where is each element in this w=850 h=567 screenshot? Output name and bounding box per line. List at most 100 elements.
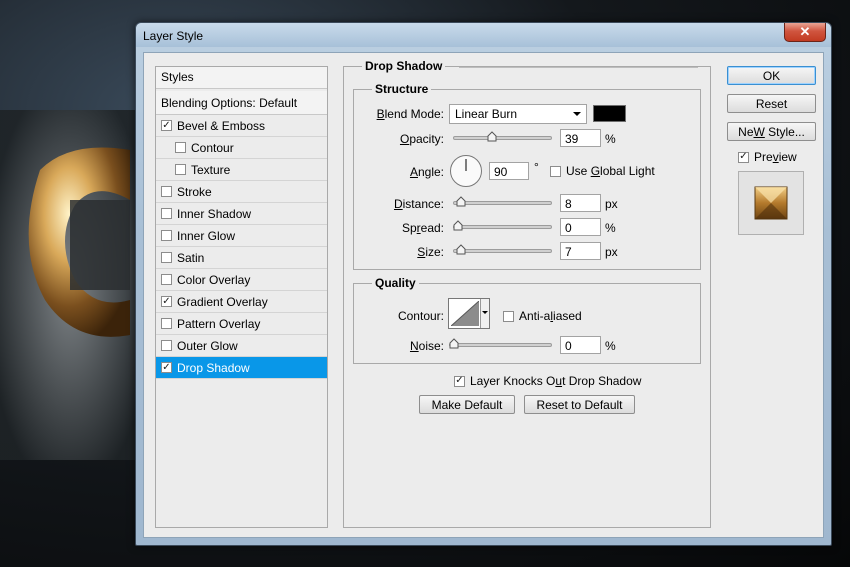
new-style-button[interactable]: NeW Style... [727, 122, 816, 141]
shadow-color-swatch[interactable] [593, 105, 626, 122]
distance-label: Distance: [393, 197, 444, 211]
use-global-light-checkbox[interactable]: Use Global Light [550, 164, 655, 178]
size-label: Size: [417, 245, 444, 259]
style-item-label: Texture [191, 162, 231, 177]
style-checkbox[interactable] [175, 142, 186, 153]
title-bar[interactable]: Layer Style ✕ [136, 23, 831, 47]
angle-input[interactable]: 90 [489, 162, 529, 180]
knocks-out-box[interactable]: ✓ [454, 375, 465, 387]
style-item-label: Satin [177, 250, 205, 265]
noise-input[interactable]: 0 [560, 336, 601, 354]
anti-aliased-label: Anti-aliased [519, 309, 582, 323]
style-item-label: Color Overlay [177, 272, 251, 287]
anti-aliased-box[interactable] [503, 310, 514, 322]
style-checkbox[interactable] [161, 186, 172, 197]
style-item-gradient-overlay[interactable]: ✓ Gradient Overlay [156, 291, 327, 313]
style-checkbox[interactable]: ✓ [161, 362, 172, 373]
style-item-contour[interactable]: Contour [156, 137, 327, 159]
style-item-drop-shadow[interactable]: ✓ Drop Shadow [156, 357, 327, 379]
layer-style-dialog: Layer Style ✕ Styles Blending Options: D… [135, 22, 832, 546]
layer-knocks-out-checkbox[interactable]: ✓ Layer Knocks Out Drop Shadow [454, 374, 641, 388]
preview-checkbox[interactable]: ✓ Preview [738, 150, 797, 164]
slider-thumb-icon[interactable] [453, 220, 463, 231]
style-checkbox[interactable] [161, 318, 172, 329]
size-unit: px [605, 245, 618, 259]
style-item-label: Bevel & Emboss [177, 118, 266, 133]
spread-input[interactable]: 0 [560, 218, 601, 236]
reset-to-default-button[interactable]: Reset to Default [524, 395, 635, 414]
style-checkbox[interactable] [161, 230, 172, 241]
size-input[interactable]: 7 [560, 242, 601, 260]
opacity-input[interactable]: 39 [560, 129, 601, 147]
contour-label: Contour: [397, 309, 444, 323]
styles-list: Styles Blending Options: Default ✓ Bevel … [155, 66, 328, 528]
style-checkbox[interactable] [161, 340, 172, 351]
new-style-label: NeW Style... [738, 124, 805, 139]
window-title: Layer Style [143, 29, 204, 43]
style-item-pattern-overlay[interactable]: Pattern Overlay [156, 313, 327, 335]
slider-thumb-icon[interactable] [487, 131, 497, 142]
style-item-bevel-emboss[interactable]: ✓ Bevel & Emboss [156, 115, 327, 137]
anti-aliased-checkbox[interactable]: Anti-aliased [503, 309, 582, 323]
global-light-box[interactable] [550, 165, 561, 177]
drop-shadow-title: Drop Shadow [362, 59, 446, 73]
global-light-label: Use Global Light [566, 164, 655, 178]
spread-unit: % [605, 221, 616, 235]
style-item-label: Inner Shadow [177, 206, 252, 221]
style-checkbox[interactable]: ✓ [161, 296, 172, 307]
slider-thumb-icon[interactable] [456, 196, 466, 207]
style-item-label: Inner Glow [177, 228, 236, 243]
distance-slider[interactable] [453, 196, 552, 207]
style-checkbox[interactable] [161, 208, 172, 219]
spread-slider[interactable] [453, 220, 552, 231]
knocks-out-label: Layer Knocks Out Drop Shadow [470, 374, 642, 388]
style-item-label: Drop Shadow [177, 360, 250, 375]
angle-dial-icon[interactable] [449, 154, 483, 188]
style-item-label: Gradient Overlay [177, 294, 268, 309]
style-preview-thumbnail [738, 171, 804, 235]
ok-button[interactable]: OK [727, 66, 816, 85]
style-item-stroke[interactable]: Stroke [156, 181, 327, 203]
style-item-texture[interactable]: Texture [156, 159, 327, 181]
opacity-slider[interactable] [453, 131, 552, 142]
slider-thumb-icon[interactable] [456, 244, 466, 255]
style-item-satin[interactable]: Satin [156, 247, 327, 269]
style-item-label: Pattern Overlay [177, 316, 261, 331]
style-item-color-overlay[interactable]: Color Overlay [156, 269, 327, 291]
style-checkbox[interactable] [175, 164, 186, 175]
style-item-label: Outer Glow [177, 338, 238, 353]
blending-options-item[interactable]: Blending Options: Default [156, 91, 327, 115]
distance-input[interactable]: 8 [560, 194, 601, 212]
distance-unit: px [605, 197, 618, 211]
close-button[interactable]: ✕ [784, 23, 826, 42]
contour-curve-icon [451, 301, 479, 326]
style-item-label: Stroke [177, 184, 212, 199]
style-item-inner-glow[interactable]: Inner Glow [156, 225, 327, 247]
noise-slider[interactable] [449, 338, 552, 349]
quality-title: Quality [372, 276, 419, 290]
spread-label: Spread: [401, 221, 444, 235]
slider-thumb-icon[interactable] [449, 338, 459, 349]
size-slider[interactable] [453, 244, 552, 255]
opacity-label: Opacity: [399, 132, 444, 146]
quality-group: Quality Contour: Anti-aliased Noise: 0 % [353, 276, 701, 364]
style-checkbox[interactable] [161, 252, 172, 263]
make-default-button[interactable]: Make Default [419, 395, 515, 414]
blend-mode-select[interactable]: Linear Burn [449, 104, 587, 124]
dropdown-arrow-icon [482, 311, 488, 314]
style-checkbox[interactable]: ✓ [161, 120, 172, 131]
reset-button[interactable]: Reset [727, 94, 816, 113]
style-item-outer-glow[interactable]: Outer Glow [156, 335, 327, 357]
preview-label: Preview [754, 150, 797, 164]
preview-box[interactable]: ✓ [738, 151, 749, 163]
structure-group: Structure Blend Mode: Linear Burn Opacit… [353, 82, 701, 270]
close-icon: ✕ [799, 24, 811, 39]
blend-mode-label: Blend Mode: [376, 107, 444, 121]
contour-dropdown[interactable] [480, 299, 489, 328]
blend-mode-value: Linear Burn [455, 107, 518, 121]
style-item-inner-shadow[interactable]: Inner Shadow [156, 203, 327, 225]
styles-header[interactable]: Styles [156, 67, 327, 89]
contour-picker[interactable] [448, 298, 490, 329]
style-checkbox[interactable] [161, 274, 172, 285]
noise-label: Noise: [409, 339, 444, 353]
